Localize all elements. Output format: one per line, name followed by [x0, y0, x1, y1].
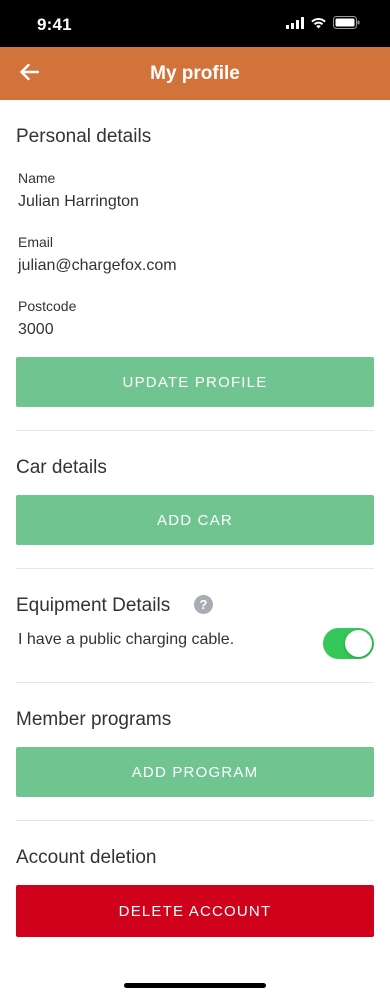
- home-indicator: [124, 983, 266, 988]
- divider: [16, 820, 374, 821]
- postcode-label: Postcode: [18, 298, 77, 314]
- wifi-icon: [310, 16, 327, 34]
- page-title: My profile: [150, 63, 240, 84]
- battery-icon: [333, 16, 360, 34]
- signal-icon: [286, 16, 304, 34]
- app-bar: My profile: [0, 47, 390, 100]
- divider: [16, 568, 374, 569]
- email-label: Email: [18, 234, 54, 250]
- divider: [16, 430, 374, 431]
- toggle-knob: [345, 630, 372, 657]
- status-bar: 9:41: [0, 0, 390, 47]
- postcode-value: 3000: [18, 321, 54, 338]
- help-icon[interactable]: ?: [194, 595, 213, 614]
- add-program-button[interactable]: ADD PROGRAM: [16, 747, 374, 797]
- status-time: 9:41: [37, 15, 72, 34]
- divider: [16, 682, 374, 683]
- account-deletion-heading: Account deletion: [16, 847, 157, 868]
- equipment-details-heading: Equipment Details: [16, 595, 171, 616]
- charging-cable-label: I have a public charging cable.: [18, 631, 235, 648]
- name-value: Julian Harrington: [18, 193, 139, 210]
- status-icons: [286, 16, 360, 34]
- member-programs-heading: Member programs: [16, 709, 172, 730]
- add-car-button[interactable]: ADD CAR: [16, 495, 374, 545]
- email-value: julian@chargefox.com: [18, 257, 177, 274]
- charging-cable-toggle[interactable]: [323, 628, 374, 659]
- car-details-heading: Car details: [16, 457, 107, 478]
- name-label: Name: [18, 170, 56, 186]
- update-profile-button[interactable]: UPDATE PROFILE: [16, 357, 374, 407]
- delete-account-button[interactable]: DELETE ACCOUNT: [16, 885, 374, 937]
- personal-details-heading: Personal details: [16, 126, 152, 147]
